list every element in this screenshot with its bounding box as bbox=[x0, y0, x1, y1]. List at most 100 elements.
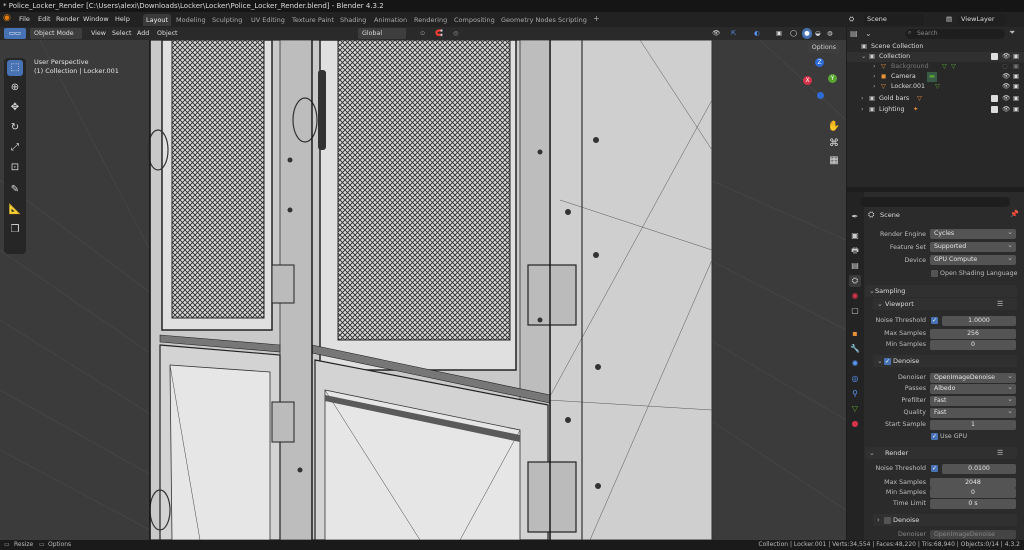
pin-icon[interactable]: 📌 bbox=[1010, 210, 1019, 218]
tab-sculpting[interactable]: Sculpting bbox=[212, 14, 242, 26]
render-denoise-checkbox[interactable] bbox=[884, 517, 891, 524]
tab-texture-paint[interactable]: Texture Paint bbox=[292, 14, 334, 26]
viewlayer-selector[interactable]: ViewLayer bbox=[958, 14, 1006, 25]
visibility-eye-icon[interactable]: 👁 bbox=[1002, 82, 1010, 92]
xray-toggle-icon[interactable]: ▣ bbox=[776, 28, 782, 39]
preset-list-icon[interactable]: ☰ bbox=[997, 447, 1003, 459]
rotate-tool-icon[interactable]: ↻ bbox=[7, 120, 23, 136]
move-tool-icon[interactable]: ✥ bbox=[7, 100, 23, 116]
visibility-eye-icon[interactable]: ◌ bbox=[1002, 62, 1008, 72]
viewport-noise-threshold-checkbox[interactable]: ✓ bbox=[931, 317, 938, 324]
outliner-filter-funnel-icon[interactable]: ⏷ bbox=[1009, 28, 1015, 38]
measure-tool-icon[interactable]: 📐 bbox=[7, 202, 23, 218]
tab-modeling[interactable]: Modeling bbox=[176, 14, 206, 26]
quality-dropdown[interactable]: Fast bbox=[930, 406, 1016, 418]
viewport-subpanel-header[interactable]: Viewport bbox=[873, 298, 1017, 310]
render-camera-icon[interactable]: ▣ bbox=[1013, 94, 1019, 104]
tab-rendering[interactable]: Rendering bbox=[414, 14, 447, 26]
menu-view[interactable]: View bbox=[91, 28, 106, 39]
menu-help[interactable]: Help bbox=[115, 14, 130, 25]
exclude-checkbox[interactable] bbox=[991, 53, 998, 60]
selection-mode-icon[interactable]: ▭▭ bbox=[4, 28, 26, 39]
passes-dropdown[interactable]: Albedo bbox=[930, 382, 1016, 394]
outliner-row[interactable]: › ▽ Background ▽ ▽ ◌ ▣ bbox=[847, 62, 1024, 72]
shading-solid-icon[interactable]: ● bbox=[802, 28, 812, 39]
properties-search-input[interactable] bbox=[860, 197, 1010, 207]
visibility-eye-icon[interactable]: 👁 bbox=[1002, 105, 1010, 115]
render-min-samples-field[interactable]: 0 bbox=[930, 488, 1016, 498]
pivot-icon[interactable]: ⊙ bbox=[420, 28, 425, 39]
outliner-search-input[interactable]: Search bbox=[905, 29, 1005, 39]
render-noise-threshold-field[interactable]: 0.0100 bbox=[942, 464, 1016, 474]
render-camera-icon[interactable]: ▣ bbox=[1013, 105, 1019, 115]
outliner-row[interactable]: ⌄ ▣ Collection 👁 ▣ bbox=[847, 52, 1024, 62]
render-max-samples-field[interactable]: 2048 bbox=[930, 478, 1016, 488]
cursor-tool-icon[interactable]: ⊕ bbox=[7, 80, 23, 96]
shading-material-icon[interactable]: ◒ bbox=[815, 28, 821, 39]
render-noise-threshold-checkbox[interactable]: ✓ bbox=[931, 465, 938, 472]
tab-geometry-nodes[interactable]: Geometry Nodes bbox=[501, 14, 556, 26]
render-camera-icon[interactable]: ▣ bbox=[1013, 82, 1019, 92]
exclude-checkbox[interactable] bbox=[991, 95, 998, 102]
start-sample-field[interactable]: 1 bbox=[930, 420, 1016, 430]
particles-tab-icon[interactable]: ✺ bbox=[849, 358, 861, 370]
view-object-types-icon[interactable]: 👁 bbox=[712, 28, 720, 39]
scene-selector[interactable]: Scene bbox=[864, 14, 924, 25]
denoiser-dropdown[interactable]: OpenImageDenoise bbox=[930, 371, 1016, 383]
viewport-max-samples-field[interactable]: 256 bbox=[930, 329, 1016, 339]
menu-select[interactable]: Select bbox=[112, 28, 131, 39]
render-subpanel-header[interactable]: Render bbox=[865, 447, 1017, 459]
outliner-row[interactable]: › ▽ Locker.001 ▽ 👁 ▣ bbox=[847, 82, 1024, 92]
3d-viewport[interactable]: Options Z X Y ✋ ⌘ ▦ bbox=[0, 40, 846, 540]
tab-scripting[interactable]: Scripting bbox=[558, 14, 587, 26]
scale-tool-icon[interactable]: ⤢ bbox=[7, 140, 23, 156]
add-workspace-button[interactable]: + bbox=[593, 13, 600, 25]
viewport-denoise-subpanel-header[interactable]: Denoise bbox=[873, 355, 1017, 367]
pan-hand-icon[interactable]: ✋ bbox=[827, 118, 841, 135]
menu-add[interactable]: Add bbox=[137, 28, 149, 39]
render-camera-icon[interactable]: ▣ bbox=[1013, 52, 1019, 62]
render-camera-icon[interactable]: ▣ bbox=[1013, 72, 1019, 82]
blender-logo-icon[interactable]: ◉ bbox=[3, 13, 11, 24]
feature-set-dropdown[interactable]: Supported bbox=[930, 240, 1016, 252]
perspective-toggle-icon[interactable]: ▦ bbox=[827, 152, 841, 169]
prefilter-dropdown[interactable]: Fast bbox=[930, 394, 1016, 406]
outliner-display-mode-icon[interactable]: ▤ bbox=[850, 29, 858, 38]
gizmo-z-axis[interactable]: Z bbox=[815, 58, 824, 67]
viewport-min-samples-field[interactable]: 0 bbox=[930, 340, 1016, 350]
visibility-eye-icon[interactable]: 👁 bbox=[1002, 94, 1010, 104]
time-limit-field[interactable]: 0 s bbox=[930, 499, 1016, 509]
orientation-dropdown[interactable]: Global bbox=[358, 28, 406, 39]
sampling-panel-header[interactable]: Sampling bbox=[865, 285, 1017, 297]
annotate-tool-icon[interactable]: ✎ bbox=[7, 182, 23, 198]
render-engine-dropdown[interactable]: Cycles bbox=[930, 227, 1016, 239]
proportional-edit-icon[interactable]: ◎ bbox=[453, 28, 459, 39]
filter-icon[interactable]: ⌄ bbox=[865, 29, 875, 39]
visibility-eye-icon[interactable]: 👁 bbox=[1002, 72, 1010, 82]
exclude-checkbox[interactable] bbox=[991, 106, 998, 113]
tab-uv-editing[interactable]: UV Editing bbox=[251, 14, 285, 26]
outliner-row[interactable]: ▣ Scene Collection bbox=[847, 42, 1024, 52]
viewport-noise-threshold-field[interactable]: 1.0000 bbox=[942, 316, 1016, 326]
select-box-tool-icon[interactable]: ⬚ bbox=[7, 60, 23, 76]
shading-wireframe-icon[interactable]: ◯ bbox=[790, 28, 797, 39]
gizmo-y-axis[interactable]: Y bbox=[828, 74, 837, 83]
gizmo-toggle-icon[interactable]: ⇱ bbox=[731, 28, 736, 39]
menu-render[interactable]: Render bbox=[56, 14, 79, 25]
outliner-row[interactable]: › ◼ Camera ▬ 👁 ▣ bbox=[847, 72, 1024, 82]
render-denoise-subpanel-header[interactable]: Denoise bbox=[873, 514, 1017, 526]
visibility-eye-icon[interactable]: 👁 bbox=[1002, 52, 1010, 62]
menu-edit[interactable]: Edit bbox=[38, 14, 51, 25]
shading-rendered-icon[interactable]: ◍ bbox=[827, 28, 833, 39]
gizmo-x-axis[interactable]: X bbox=[803, 76, 812, 85]
gizmo-neg-z[interactable] bbox=[817, 92, 824, 99]
object-mode-dropdown[interactable]: Object Mode bbox=[30, 28, 82, 39]
menu-object[interactable]: Object bbox=[157, 28, 178, 39]
viewport-denoise-checkbox[interactable]: ✓ bbox=[884, 358, 891, 365]
menu-file[interactable]: File bbox=[19, 14, 30, 25]
menu-window[interactable]: Window bbox=[83, 14, 109, 25]
outliner-row[interactable]: › ▣ Gold bars ▽ 👁 ▣ bbox=[847, 94, 1024, 104]
device-dropdown[interactable]: GPU Compute bbox=[930, 253, 1016, 265]
render-denoiser-dropdown[interactable]: OpenImageDenoise bbox=[930, 530, 1016, 539]
render-camera-icon[interactable]: ▣ bbox=[1013, 62, 1019, 72]
